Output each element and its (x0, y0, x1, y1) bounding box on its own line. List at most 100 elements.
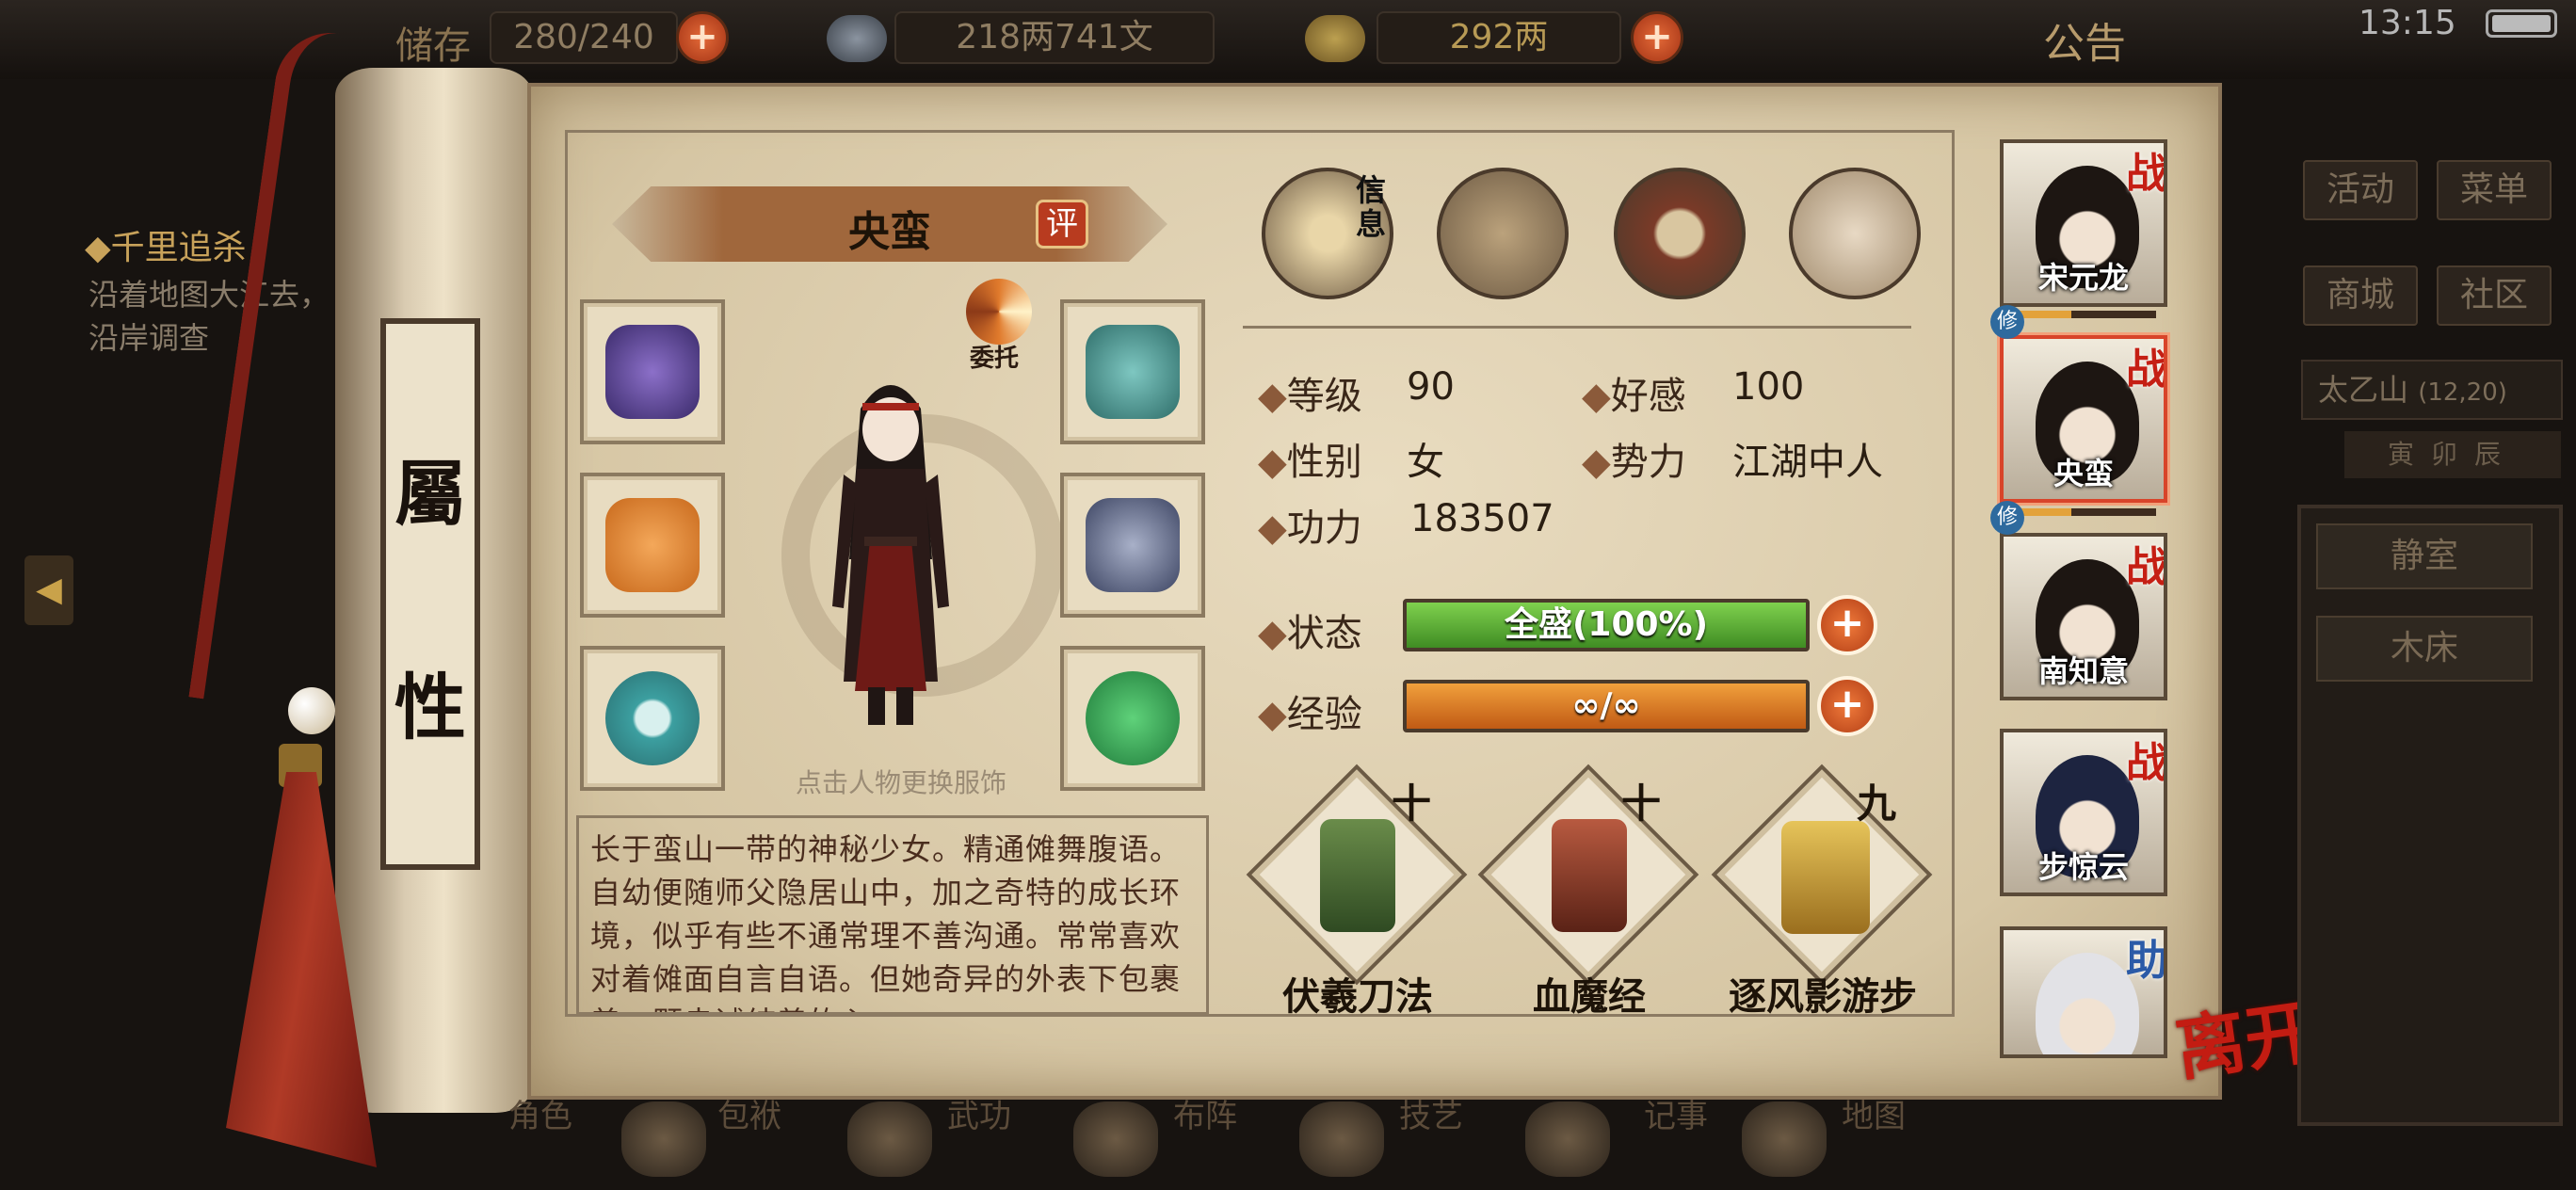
faction-label: ◆势力 (1582, 441, 1686, 484)
exp-label: ◆经验 (1258, 693, 1362, 736)
party-member-4-name: 步惊云 (2037, 849, 2129, 885)
activity-button[interactable]: 活动 (2303, 160, 2418, 220)
gold-plus-button[interactable]: + (1631, 11, 1683, 64)
review-button[interactable]: 评 (1036, 200, 1088, 249)
quiet-room-button[interactable]: 静室 (2316, 523, 2533, 589)
party-member-1[interactable]: 战 宋元龙 (2000, 139, 2167, 307)
menu-button[interactable]: 菜单 (2437, 160, 2552, 220)
bag-icon[interactable] (621, 1102, 706, 1177)
map-icon[interactable] (1742, 1102, 1827, 1177)
power-value: 183507 (1410, 497, 1554, 540)
nav-martial[interactable]: 武功 (942, 1100, 1017, 1134)
nav-map[interactable]: 地图 (1836, 1100, 1911, 1134)
tab-divider (1243, 326, 1911, 329)
equip-slot-ring[interactable] (580, 646, 725, 791)
nav-journal[interactable]: 记事 (1638, 1100, 1714, 1134)
silver-ingot-icon (827, 15, 887, 62)
character-name: 央蛮 (848, 208, 931, 256)
party-member-2-tag: 战 (2126, 346, 2167, 394)
community-button[interactable]: 社区 (2437, 265, 2552, 326)
tassel-bead (288, 687, 335, 734)
nav-role[interactable]: 角色 (503, 1100, 578, 1134)
delegate-icon[interactable] (966, 279, 1032, 345)
nav-skills[interactable]: 技艺 (1393, 1100, 1469, 1134)
power-label: ◆功力 (1258, 507, 1362, 550)
journal-icon[interactable] (1525, 1102, 1610, 1177)
skill-art-icon[interactable] (1299, 1102, 1384, 1177)
expand-left-arrow-icon[interactable]: ◀ (24, 555, 73, 625)
scroll-title-label: 屬 性 (380, 318, 480, 870)
info-tab-label: 信息 (1356, 172, 1387, 242)
party-member-3[interactable]: 战 南知意 (2000, 533, 2167, 700)
gold-ingot-icon (1305, 15, 1365, 62)
party-member-2-xp (2015, 508, 2156, 516)
party-member-1-tag: 战 (2126, 150, 2167, 198)
equip-slot-armor[interactable] (1060, 473, 1205, 618)
party-member-5-tag: 助 (2126, 937, 2167, 985)
character-bio: 长于蛮山一带的神秘少女。精通傩舞腹语。自幼便随师父隐居山中，加之奇特的成长环境，… (576, 815, 1209, 1015)
formation-icon[interactable] (1073, 1102, 1158, 1177)
level-label: ◆等级 (1258, 375, 1362, 418)
gender-label: ◆性别 (1258, 441, 1362, 484)
scene-panel (2297, 505, 2563, 1126)
gloves-icon (605, 325, 700, 419)
nav-formation[interactable]: 布阵 (1167, 1100, 1243, 1134)
scroll-title-char-2: 性 (394, 665, 466, 749)
change-outfit-hint: 点击人物更换服饰 (795, 767, 1006, 798)
notice-button[interactable]: 公告 (2043, 9, 2126, 70)
skill-1-level: 十 (1392, 780, 1432, 827)
skill-3-book-icon (1781, 821, 1870, 934)
clock: 13:15 (2359, 4, 2456, 42)
party-member-3-name: 南知意 (2037, 653, 2129, 689)
delegate-label: 委托 (970, 345, 1020, 373)
armor-icon (1086, 498, 1180, 592)
exp-plus-button[interactable]: + (1817, 676, 1877, 736)
status-plus-button[interactable]: + (1817, 595, 1877, 655)
party-member-1-train-badge: 修 (1990, 305, 2024, 339)
wood-bed-button[interactable]: 木床 (2316, 616, 2533, 682)
scroll-title-char-1: 屬 (394, 451, 466, 536)
skill-2-scroll-icon (1552, 819, 1627, 932)
party-member-1-xp (2015, 311, 2156, 318)
location-display: 太乙山 (12,20) (2301, 360, 2563, 420)
jade-ring-icon (605, 671, 700, 765)
equip-slot-weapon[interactable] (580, 473, 725, 618)
affinity-label: ◆好感 (1582, 375, 1686, 418)
skill-1-scroll-icon (1320, 819, 1395, 932)
faction-value: 江湖中人 (1732, 441, 1883, 484)
time-of-day: 寅卯辰 (2344, 431, 2561, 478)
party-member-4-tag: 战 (2126, 739, 2167, 787)
equip-slot-accessory[interactable] (1060, 646, 1205, 791)
jade-pendant-icon (1086, 671, 1180, 765)
skill-3-name: 逐风影游步 (1729, 975, 1917, 1019)
skill-2-level: 十 (1621, 780, 1662, 827)
character-figure[interactable] (815, 371, 966, 732)
hat-icon (1086, 325, 1180, 419)
party-member-5-portrait (2036, 953, 2139, 1054)
party-member-4[interactable]: 战 步惊云 (2000, 729, 2167, 896)
party-member-5[interactable]: 助 (2000, 926, 2167, 1058)
equip-slot-hat[interactable] (1060, 299, 1205, 444)
dagger-icon (605, 498, 700, 592)
affinity-value: 100 (1732, 365, 1805, 409)
party-member-1-name: 宋元龙 (2037, 260, 2129, 296)
equip-slot-gloves[interactable] (580, 299, 725, 444)
bagua-tab-icon[interactable] (1614, 168, 1746, 299)
scroll-tab-icon[interactable] (1437, 168, 1569, 299)
level-value: 90 (1407, 365, 1455, 409)
muscle-tab-icon[interactable] (1789, 168, 1921, 299)
storage-value: 280/240 (490, 11, 678, 64)
storage-plus-button[interactable]: + (676, 11, 729, 64)
party-member-2-train-badge: 修 (1990, 501, 2024, 535)
party-member-2-name: 央蛮 (2053, 456, 2114, 491)
martial-icon[interactable] (847, 1102, 932, 1177)
nav-bag[interactable]: 包袱 (712, 1100, 787, 1134)
exp-bar: ∞/∞ (1403, 680, 1810, 732)
battery-icon (2486, 9, 2557, 38)
party-member-3-tag: 战 (2126, 543, 2167, 591)
quest-title[interactable]: ◆千里追杀 (85, 220, 247, 269)
shop-button[interactable]: 商城 (2303, 265, 2418, 326)
party-member-2[interactable]: 战 央蛮 (2000, 335, 2167, 503)
silver-value: 218两741文 (894, 11, 1215, 64)
skill-3-level: 九 (1857, 780, 1897, 827)
